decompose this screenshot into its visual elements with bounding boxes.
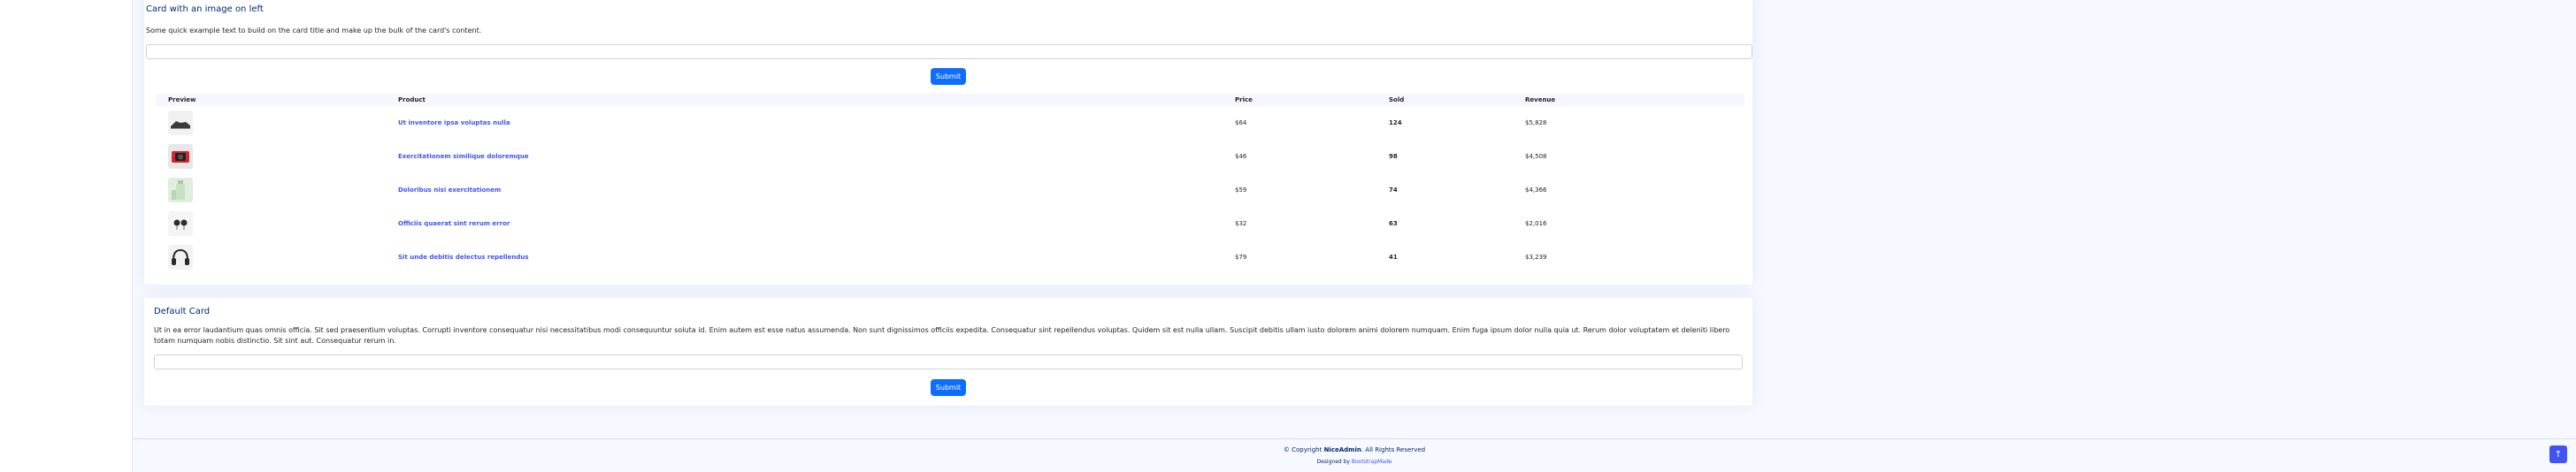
text-input[interactable] — [146, 44, 1752, 59]
column-header-price: Price — [1235, 96, 1253, 103]
revenue-cell: $4,366 — [1525, 187, 1547, 194]
card-text: Ut in ea error laudantium quas omnis off… — [154, 326, 1730, 345]
price-cell: $32 — [1235, 220, 1247, 227]
revenue-cell: $5,828 — [1525, 119, 1547, 126]
earrings-icon[interactable] — [168, 211, 193, 236]
table-header-row: Preview Product Price Sold Revenue — [156, 94, 1744, 106]
column-header-sold: Sold — [1389, 96, 1405, 103]
copyright-prefix: © Copyright — [1283, 446, 1322, 453]
sold-cell: 124 — [1389, 119, 1402, 126]
sidebar — [0, 0, 133, 472]
price-cell: $59 — [1235, 187, 1247, 194]
table-row: Officiis quaerat sint rerum error $32 63… — [156, 207, 1744, 240]
copyright-suffix: . All Rights Reserved — [1361, 446, 1426, 453]
product-link[interactable]: Ut inventore ipsa voluptas nulla — [398, 119, 510, 126]
product-link[interactable]: Exercitationem similique doloremque — [398, 153, 529, 160]
default-card: Default Card Ut in ea error laudantium q… — [144, 298, 1752, 406]
arrow-up-icon: ↑ — [2554, 449, 2563, 460]
camera-icon[interactable] — [168, 144, 193, 169]
products-table: Preview Product Price Sold Revenue Ut in… — [156, 94, 1744, 274]
product-link[interactable]: Officiis quaerat sint rerum error — [398, 220, 510, 227]
sold-cell: 74 — [1389, 187, 1398, 194]
card-image-left: Card with an image on left Some quick ex… — [144, 0, 1752, 285]
sold-cell: 41 — [1389, 254, 1398, 261]
price-cell: $79 — [1235, 254, 1247, 261]
table-row: Exercitationem similique doloremque $46 … — [156, 140, 1744, 173]
column-header-revenue: Revenue — [1525, 96, 1556, 103]
text-input[interactable] — [154, 354, 1743, 369]
credits: Designed by BootstrapMade — [133, 459, 2576, 465]
designer-link[interactable]: BootstrapMade — [1352, 459, 1392, 465]
headphones-icon[interactable] — [168, 245, 193, 270]
card-title: Card with an image on left — [146, 4, 264, 14]
back-to-top-button[interactable]: ↑ — [2549, 445, 2567, 463]
price-cell: $46 — [1235, 153, 1247, 160]
table-row: Sit unde debitis delectus repellendus $7… — [156, 240, 1744, 274]
copyright: © Copyright NiceAdmin. All Rights Reserv… — [133, 446, 2576, 453]
main-content: Card with an image on left Some quick ex… — [133, 0, 2576, 472]
designed-by-label: Designed by — [1316, 459, 1350, 465]
footer: © Copyright NiceAdmin. All Rights Reserv… — [133, 438, 2576, 472]
table-row: Ut inventore ipsa voluptas nulla $64 124… — [156, 106, 1744, 140]
sold-cell: 63 — [1389, 220, 1398, 227]
revenue-cell: $3,239 — [1525, 254, 1547, 261]
sold-cell: 98 — [1389, 153, 1398, 160]
bottle-icon[interactable] — [168, 178, 193, 202]
revenue-cell: $4,508 — [1525, 153, 1547, 160]
submit-button[interactable]: Submit — [931, 379, 966, 396]
column-header-product: Product — [398, 96, 426, 103]
submit-button[interactable]: Submit — [931, 68, 966, 85]
product-link[interactable]: Sit unde debitis delectus repellendus — [398, 254, 529, 261]
product-link[interactable]: Doloribus nisi exercitationem — [398, 187, 501, 194]
card-text: Some quick example text to build on the … — [146, 27, 482, 34]
shoe-icon[interactable] — [168, 110, 193, 135]
card-title: Default Card — [154, 307, 211, 316]
table-row: Doloribus nisi exercitationem $59 74 $4,… — [156, 173, 1744, 207]
price-cell: $64 — [1235, 119, 1247, 126]
footer-brand: NiceAdmin — [1323, 446, 1361, 453]
revenue-cell: $2,016 — [1525, 220, 1547, 227]
column-header-preview: Preview — [168, 96, 196, 103]
